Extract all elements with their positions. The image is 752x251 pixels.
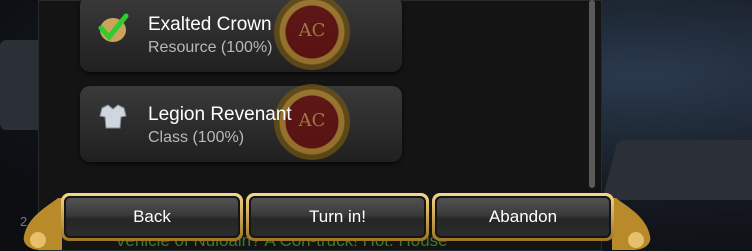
turn-in-button[interactable]: Turn in!: [246, 193, 429, 241]
list-item[interactable]: AC Legion Revenant Class (100%): [80, 84, 402, 162]
gold-ornament-left: [23, 198, 62, 250]
coin-text: AC: [298, 20, 326, 41]
reward-list: AC Exalted Crown Resource (100%) AC Legi…: [80, 0, 588, 191]
list-item[interactable]: AC Exalted Crown Resource (100%): [80, 0, 402, 72]
scrollbar[interactable]: [589, 0, 595, 188]
item-title: Exalted Crown: [148, 14, 272, 35]
check-icon: [98, 13, 129, 42]
turn-in-button-label: Turn in!: [308, 207, 366, 226]
item-subtitle: Resource (100%): [148, 39, 273, 56]
abandon-button-label: Abandon: [488, 207, 558, 226]
item-title: Legion Revenant: [148, 104, 292, 125]
abandon-button[interactable]: Abandon: [432, 193, 614, 241]
back-button-label: Back: [133, 207, 171, 226]
armor-icon: [99, 104, 127, 129]
item-subtitle: Class (100%): [148, 129, 245, 146]
gold-ornament-right: [612, 198, 651, 250]
ac-coin-watermark: AC: [274, 0, 350, 70]
background-rock: [601, 140, 752, 200]
back-button[interactable]: Back: [61, 193, 243, 241]
